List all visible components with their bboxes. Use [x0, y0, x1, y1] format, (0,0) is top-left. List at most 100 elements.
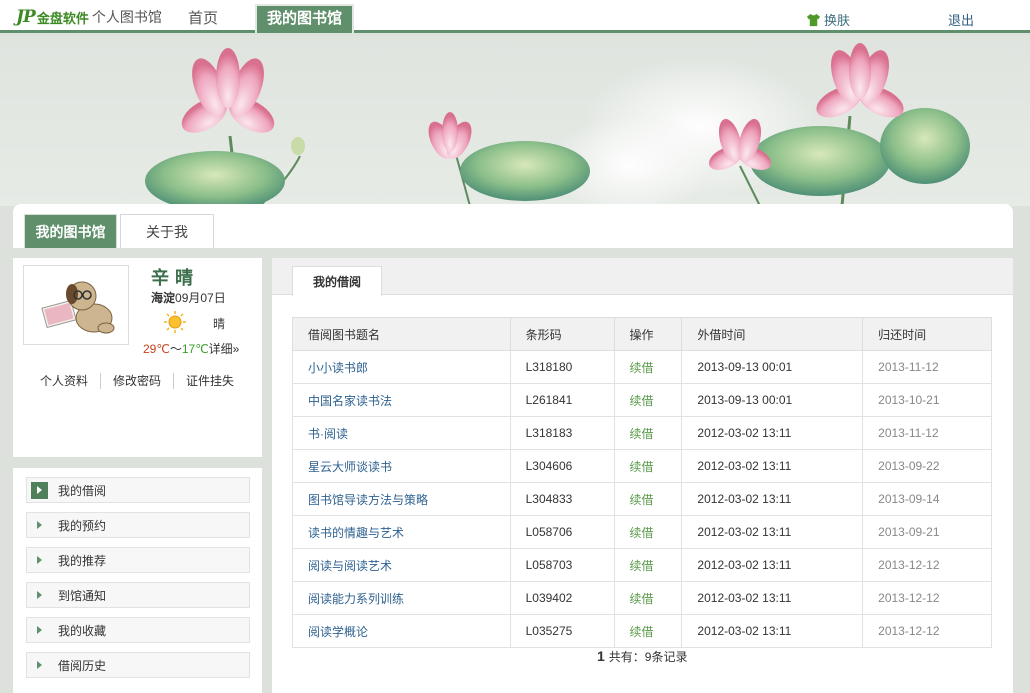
avatar[interactable]	[23, 265, 129, 345]
report-card-lost-link[interactable]: 证件挂失	[173, 373, 246, 389]
current-page[interactable]: 1	[597, 648, 605, 664]
barcode-cell: L058703	[509, 548, 615, 582]
borrow-time-cell: 2013-09-13 00:01	[681, 350, 864, 384]
menu-item-my-borrowing[interactable]: 我的借阅	[26, 477, 250, 503]
column-header-barcode: 条形码	[509, 317, 615, 351]
book-title-link[interactable]: 星云大师谈读书	[292, 449, 511, 483]
book-title-link[interactable]: 阅读能力系列训练	[292, 581, 511, 615]
book-title-link[interactable]: 读书的情趣与艺术	[292, 515, 511, 549]
top-bar: JP 金盘软件 个人图书馆 首页 我的图书馆 换肤 退出	[0, 0, 1030, 33]
renew-link[interactable]: 续借	[613, 416, 683, 450]
menu-item-my-recommendations[interactable]: 我的推荐	[26, 547, 250, 573]
menu-item-my-favorites[interactable]: 我的收藏	[26, 617, 250, 643]
temp-high: 29℃	[143, 342, 170, 356]
tab-about-me[interactable]: 关于我	[120, 214, 214, 248]
barcode-cell: L304606	[509, 449, 615, 483]
book-title-link[interactable]: 小小读书郎	[292, 350, 511, 384]
profile-links: 个人资料 修改密码 证件挂失	[28, 373, 254, 389]
tab-my-borrowing[interactable]: 我的借阅	[292, 266, 382, 296]
weather-text: 晴	[213, 317, 226, 331]
due-date-cell: 2013-12-12	[862, 548, 992, 582]
menu-item-label: 借阅历史	[58, 658, 107, 673]
temp-low: 17℃	[181, 342, 209, 356]
weather-detail-link[interactable]: 详细»	[209, 342, 240, 356]
nav-home-link[interactable]: 首页	[188, 7, 218, 28]
renew-link[interactable]: 续借	[613, 614, 683, 648]
borrow-time-cell: 2012-03-02 13:11	[681, 449, 864, 483]
column-header-borrow-time: 外借时间	[681, 317, 864, 351]
borrow-tabbar: 我的借阅	[272, 258, 1013, 296]
renew-link[interactable]: 续借	[613, 383, 683, 417]
triangle-right-icon	[31, 481, 48, 499]
menu-item-label: 到馆通知	[58, 588, 107, 603]
column-header-due-time: 归还时间	[862, 317, 992, 351]
lotus-banner	[0, 36, 1030, 206]
book-title-link[interactable]: 阅读与阅读艺术	[292, 548, 511, 582]
book-title-link[interactable]: 阅读学概论	[292, 614, 511, 648]
borrow-time-cell: 2012-03-02 13:11	[681, 581, 864, 615]
triangle-right-icon	[31, 517, 48, 534]
barcode-cell: L058706	[509, 515, 615, 549]
barcode-cell: L318183	[509, 416, 615, 450]
barcode-cell: L318180	[509, 350, 615, 384]
menu-item-label: 我的推荐	[58, 553, 107, 568]
temp-separator: ～	[169, 342, 182, 356]
due-date-cell: 2013-11-12	[862, 416, 992, 450]
profile-info-link[interactable]: 个人资料	[28, 373, 100, 389]
table-row: 阅读与阅读艺术 L058703 续借 2012-03-02 13:11 2013-12-…	[292, 548, 992, 582]
renew-link[interactable]: 续借	[613, 581, 683, 615]
menu-item-label: 我的收藏	[58, 623, 107, 638]
table-row: 星云大师谈读书 L304606 续借 2012-03-02 13:11 2013-09-…	[292, 449, 992, 483]
renew-link[interactable]: 续借	[613, 515, 683, 549]
barcode-cell: L039402	[509, 581, 615, 615]
menu-item-my-reservations[interactable]: 我的预约	[26, 512, 250, 538]
logo[interactable]: JP 金盘软件 个人图书馆	[16, 7, 162, 27]
column-header-title: 借阅图书题名	[292, 317, 511, 351]
weather-location: 海淀09月07日	[151, 289, 226, 306]
change-password-link[interactable]: 修改密码	[100, 373, 173, 389]
skin-button[interactable]: 换肤	[806, 10, 850, 29]
weather-temps: 29℃～17℃详细»	[143, 340, 239, 357]
barcode-cell: L304833	[509, 482, 615, 516]
renew-link[interactable]: 续借	[613, 350, 683, 384]
section-tabs: 我的图书馆 关于我	[13, 204, 1013, 248]
renew-link[interactable]: 续借	[613, 548, 683, 582]
book-title-link[interactable]: 书·阅读	[292, 416, 511, 450]
menu-item-arrival-notice[interactable]: 到馆通知	[26, 582, 250, 608]
book-title-link[interactable]: 中国名家读书法	[292, 383, 511, 417]
column-header-action: 操作	[613, 317, 683, 351]
table-row: 阅读能力系列训练 L039402 续借 2012-03-02 13:11 2013-12…	[292, 581, 992, 615]
due-date-cell: 2013-09-22	[862, 449, 992, 483]
triangle-right-icon	[31, 622, 48, 639]
logout-link[interactable]: 退出	[948, 10, 974, 29]
due-date-cell: 2013-12-12	[862, 614, 992, 648]
triangle-right-icon	[31, 587, 48, 604]
menu-item-borrow-history[interactable]: 借阅历史	[26, 652, 250, 678]
triangle-right-icon	[31, 552, 48, 569]
table-header-row: 借阅图书题名 条形码 操作 外借时间 归还时间	[292, 317, 992, 351]
record-count: 共有：9条记录	[608, 650, 688, 664]
table-row: 书·阅读 L318183 续借 2012-03-02 13:11 2013-11-12	[292, 416, 992, 450]
side-menu: 我的借阅 我的预约 我的推荐 到馆通知 我的收藏 借阅历史	[13, 468, 262, 693]
logo-brand: 金盘软件	[36, 10, 89, 26]
logo-mark: JP	[16, 7, 36, 27]
renew-link[interactable]: 续借	[613, 449, 683, 483]
borrow-panel: 我的借阅 借阅图书题名 条形码 操作 外借时间 归还时间 小小读书郎 L31818…	[272, 258, 1013, 693]
weather-city: 海淀	[151, 291, 176, 305]
triangle-right-icon	[31, 657, 48, 674]
weather-date: 09月07日	[175, 291, 226, 305]
due-date-cell: 2013-12-12	[862, 581, 992, 615]
book-title-link[interactable]: 图书馆导读方法与策略	[292, 482, 511, 516]
renew-link[interactable]: 续借	[613, 482, 683, 516]
tab-my-library[interactable]: 我的图书馆	[24, 214, 117, 248]
shirt-icon	[806, 13, 821, 26]
borrow-time-cell: 2013-09-13 00:01	[681, 383, 864, 417]
sunny-icon	[164, 311, 186, 333]
borrow-time-cell: 2012-03-02 13:11	[681, 482, 864, 516]
nav-my-library-tab[interactable]: 我的图书馆	[255, 4, 354, 33]
table-row: 小小读书郎 L318180 续借 2013-09-13 00:01 2013-11-12	[292, 350, 992, 384]
pagination: 1 共有：9条记录	[597, 648, 687, 665]
due-date-cell: 2013-11-12	[862, 350, 992, 384]
reading-dog-avatar	[41, 281, 115, 334]
barcode-cell: L035275	[509, 614, 615, 648]
